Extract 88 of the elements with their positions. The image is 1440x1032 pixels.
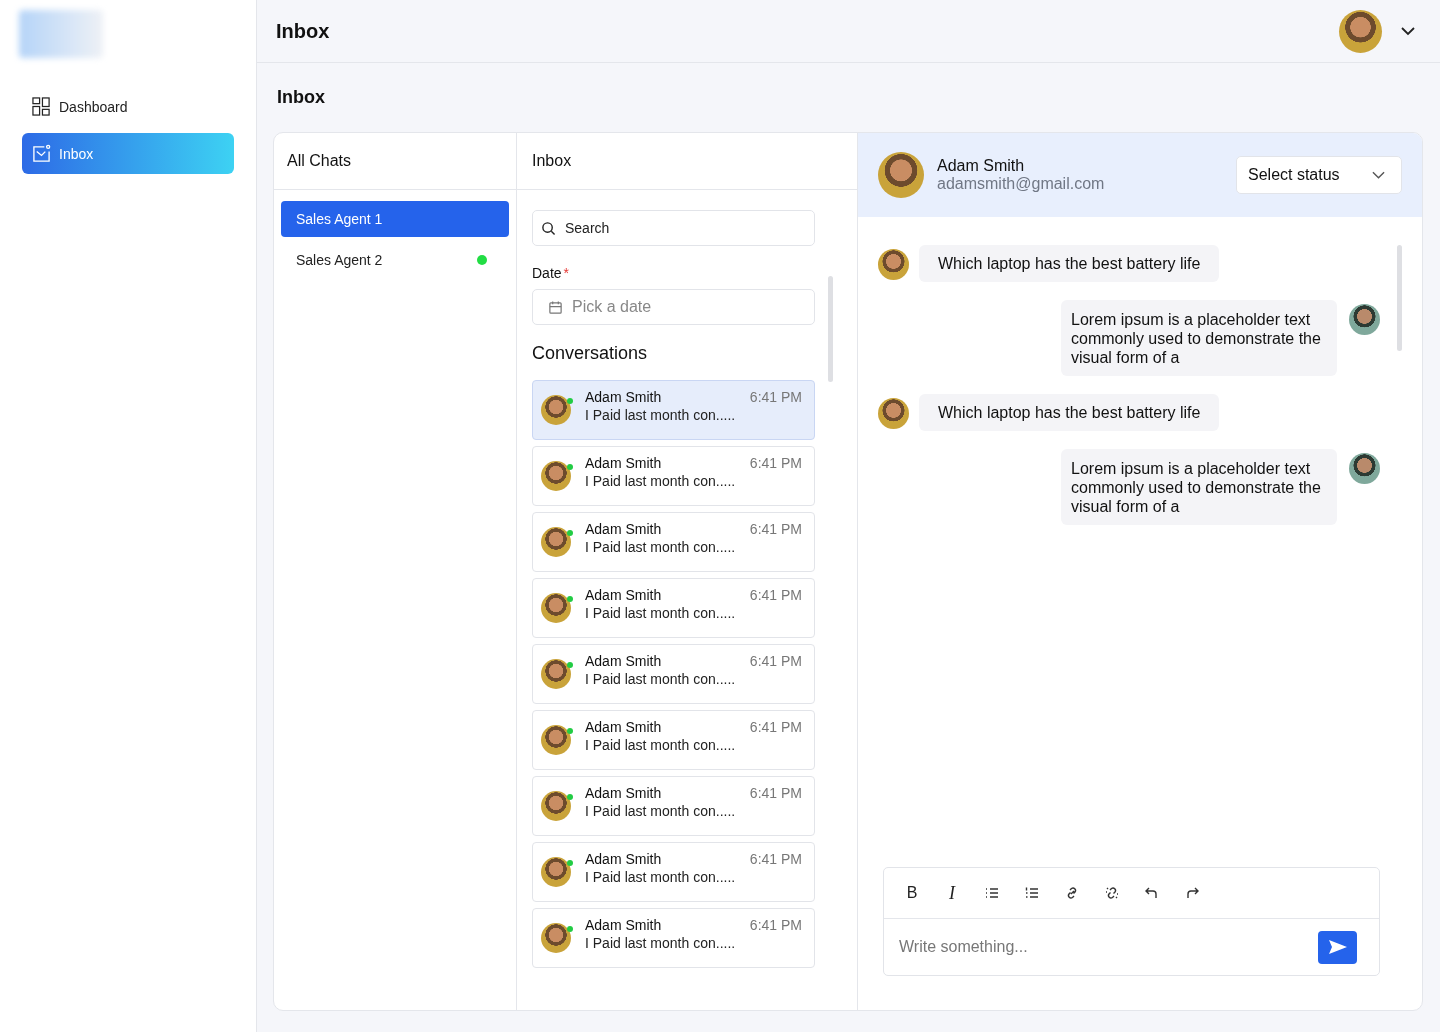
header-title: Inbox (276, 19, 330, 43)
chevron-down-icon (1372, 171, 1385, 179)
message-time: 6:41 PM (749, 653, 802, 669)
message-bubble: Lorem ipsum is a placeholder text commonly used to demonstrate the visual form of a (1061, 449, 1337, 525)
bullet-list-icon[interactable] (984, 885, 1000, 901)
required-asterisk: * (563, 265, 570, 281)
avatar (1349, 453, 1380, 484)
avatar (878, 152, 924, 198)
avatar (541, 857, 571, 887)
avatar[interactable] (1339, 9, 1382, 53)
message-bubble: Which laptop has the best battery life (919, 394, 1220, 431)
contact-name: Adam Smith (585, 521, 662, 537)
mail-icon (32, 144, 51, 163)
field-label: Date (532, 265, 562, 281)
date-field[interactable]: Pick a date (532, 289, 815, 325)
avatar (541, 791, 571, 821)
conversation-item[interactable]: Adam Smith 6:41 PM I Paid last month con..... (532, 446, 815, 506)
avatar (541, 461, 571, 491)
send-icon (1327, 939, 1348, 955)
message-time: 6:41 PM (749, 719, 802, 735)
undo-icon[interactable] (1144, 885, 1160, 901)
search-field[interactable]: Search (532, 210, 815, 246)
message-preview: I Paid last month con..... (585, 407, 737, 423)
message-bubble: Lorem ipsum is a placeholder text commonly used to demonstrate the visual form of a (1061, 300, 1337, 376)
bold-button[interactable]: B (902, 883, 922, 903)
contact-name: Adam Smith (937, 157, 1026, 175)
conversation-item[interactable]: Adam Smith 6:41 PM I Paid last month con..... (532, 776, 815, 836)
avatar (878, 249, 909, 280)
unlink-icon[interactable] (1104, 885, 1120, 901)
avatar (1349, 304, 1380, 335)
chevron-down-icon[interactable] (1400, 26, 1416, 36)
numbered-list-icon[interactable] (1024, 885, 1040, 901)
contact-name: Adam Smith (585, 785, 662, 801)
message-time: 6:41 PM (749, 455, 802, 471)
contact-name: Adam Smith (585, 653, 662, 669)
message-time: 6:41 PM (749, 917, 802, 933)
avatar (541, 725, 571, 755)
avatar (541, 395, 571, 425)
scrollbar[interactable] (1397, 245, 1402, 351)
section-title: Conversations (532, 343, 649, 364)
avatar (878, 398, 909, 429)
column-title: Inbox (517, 133, 857, 190)
status-select[interactable]: Select status (1236, 156, 1402, 194)
message-preview: I Paid last month con..... (585, 671, 737, 687)
contact-name: Adam Smith (585, 917, 662, 933)
message-bubble: Which laptop has the best battery life (919, 245, 1220, 282)
sidebar-item[interactable]: Dashboard (22, 86, 234, 127)
avatar (541, 527, 571, 557)
conversation-item[interactable]: Adam Smith 6:41 PM I Paid last month con..... (532, 644, 815, 704)
avatar (541, 659, 571, 689)
contact-name: Adam Smith (585, 455, 662, 471)
message-preview: I Paid last month con..... (585, 803, 737, 819)
agent-item[interactable]: Sales Agent 1 (281, 201, 509, 237)
avatar (541, 593, 571, 623)
message-time: 6:41 PM (749, 587, 802, 603)
conversation-item[interactable]: Adam Smith 6:41 PM I Paid last month con..... (532, 710, 815, 770)
agent-item[interactable]: Sales Agent 2 (281, 242, 509, 278)
conversation-item[interactable]: Adam Smith 6:41 PM I Paid last month con..... (532, 512, 815, 572)
contact-email: adamsmith@gmail.com (937, 175, 1106, 193)
page-title: Inbox (277, 87, 326, 108)
scrollbar[interactable] (828, 276, 833, 382)
contact-name: Adam Smith (585, 851, 662, 867)
calendar-icon (548, 300, 563, 315)
message-preview: I Paid last month con..... (585, 869, 737, 885)
contact-name: Adam Smith (585, 389, 662, 405)
redo-icon[interactable] (1184, 885, 1200, 901)
message-preview: I Paid last month con..... (585, 737, 737, 753)
message-time: 6:41 PM (749, 521, 802, 537)
contact-name: Adam Smith (585, 719, 662, 735)
grid-icon (32, 97, 51, 116)
conversation-item[interactable]: Adam Smith 6:41 PM I Paid last month con..... (532, 908, 815, 968)
message-time: 6:41 PM (749, 851, 802, 867)
send-button[interactable] (1318, 930, 1357, 964)
column-title: All Chats (274, 133, 516, 190)
conversation-item[interactable]: Adam Smith 6:41 PM I Paid last month con..... (532, 842, 815, 902)
message-preview: I Paid last month con..... (585, 935, 737, 951)
italic-button[interactable]: I (942, 883, 962, 903)
message-time: 6:41 PM (749, 389, 802, 405)
contact-name: Adam Smith (585, 587, 662, 603)
avatar (541, 923, 571, 953)
message-preview: I Paid last month con..... (585, 605, 737, 621)
sidebar-item[interactable]: Inbox (22, 133, 234, 174)
message-preview: I Paid last month con..... (585, 473, 737, 489)
message-preview: I Paid last month con..... (585, 539, 737, 555)
conversation-item[interactable]: Adam Smith 6:41 PM I Paid last month con..... (532, 380, 815, 440)
conversation-item[interactable]: Adam Smith 6:41 PM I Paid last month con..... (532, 578, 815, 638)
search-icon (541, 221, 556, 236)
message-time: 6:41 PM (749, 785, 802, 801)
